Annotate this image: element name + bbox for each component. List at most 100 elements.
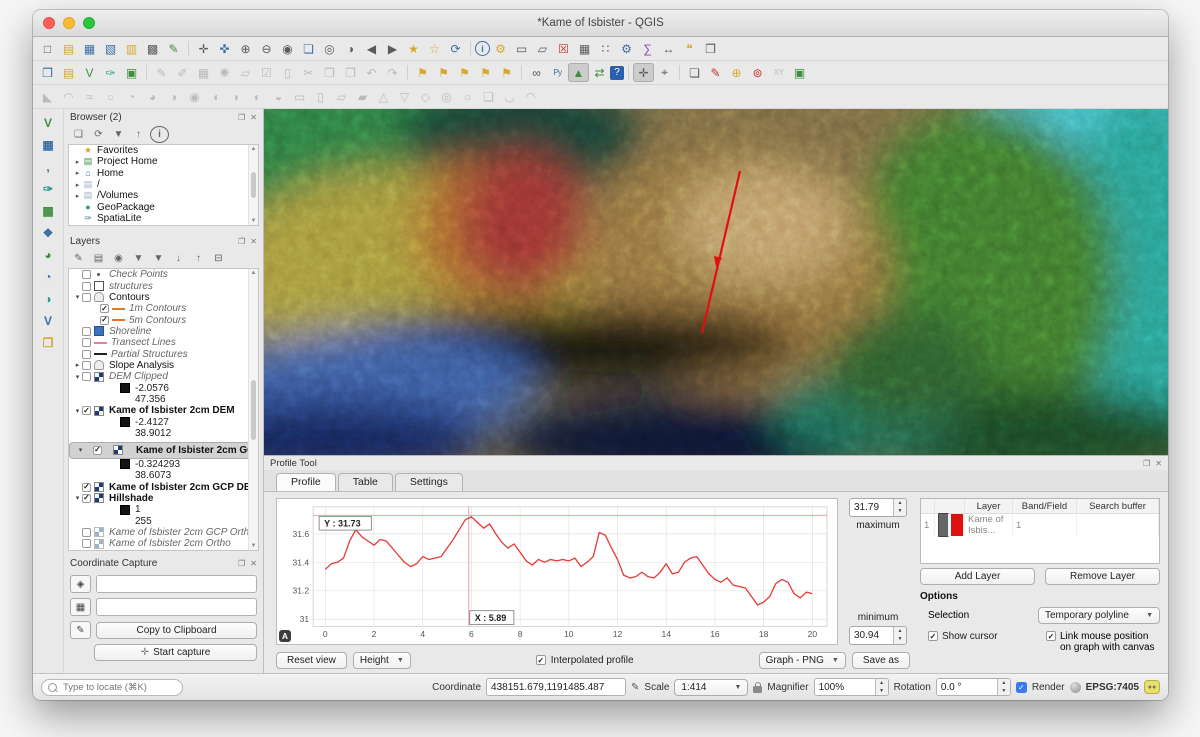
maximum-spinbox[interactable]: 31.79 ▲▼	[849, 498, 907, 517]
text-label-toggle-button[interactable]: A	[279, 630, 291, 642]
selection-mode-select[interactable]: Temporary polyline▼	[1038, 607, 1160, 624]
expander-icon[interactable]: ▸	[73, 181, 82, 189]
new-bookmark-icon[interactable]: ★	[403, 39, 424, 58]
layer-checkbox[interactable]	[82, 293, 91, 302]
regular-polygon-2points-icon[interactable]: △	[373, 87, 394, 106]
layer-checkbox[interactable]	[82, 539, 91, 548]
layer-label[interactable]: Slope Analysis	[109, 360, 174, 371]
reshape-features-icon[interactable]: ◡	[499, 87, 520, 106]
profile-chart[interactable]: 024681012141618203131.231.431.6Y : 31.73…	[276, 498, 838, 645]
rectangle-3points-proj-icon[interactable]: ▰	[352, 87, 373, 106]
locator-search[interactable]	[41, 679, 183, 696]
layer-row[interactable]: 38.9012	[69, 428, 258, 439]
expander-icon[interactable]: ▸	[73, 158, 82, 166]
browser-item-label[interactable]: Favorites	[97, 145, 138, 156]
browser-item-label[interactable]: Home	[97, 168, 124, 179]
run-feature-action-icon[interactable]: ⚙	[490, 39, 511, 58]
layer-row[interactable]: ▾ DEM Clipped	[69, 371, 258, 382]
render-checkbox[interactable]: ✓	[1016, 682, 1027, 693]
add-vector-layer-icon[interactable]: V	[36, 113, 60, 133]
stepper-icon[interactable]: ▲▼	[997, 679, 1010, 695]
magnifier-spinbox[interactable]: ▲▼	[814, 678, 889, 696]
layer-enabled-checkbox[interactable]	[938, 513, 949, 537]
browser-item-project-home[interactable]: ▸ ▤ Project Home	[69, 156, 258, 167]
cut-features-icon[interactable]: ✂	[298, 63, 319, 82]
layer-checkbox[interactable]: ✓	[100, 316, 109, 325]
table-row[interactable]: 1 Kame of Isbis... 1	[921, 514, 1159, 528]
add-wfs-layer-icon[interactable]: ◑	[36, 289, 60, 309]
layer-row[interactable]: 255	[69, 515, 258, 526]
browser-add-layer-icon[interactable]: ❏	[70, 127, 87, 142]
layer-row[interactable]: ▾ ✓ Kame of Isbister 2cm DEM	[69, 405, 258, 416]
circle-center-icon[interactable]: ◉	[184, 87, 205, 106]
layer-labeling-icon[interactable]: ⚑	[412, 63, 433, 82]
layer-row[interactable]: -2.0576	[69, 382, 258, 393]
zoom-window-button[interactable]	[83, 17, 95, 29]
layer-checkbox[interactable]: ✓	[100, 304, 109, 313]
add-ring-icon[interactable]: ○	[457, 87, 478, 106]
manage-themes-icon[interactable]: ◉	[110, 251, 127, 266]
tab-settings[interactable]: Settings	[395, 473, 463, 491]
export-format-select[interactable]: Graph - PNG▼	[759, 652, 846, 669]
layer-label[interactable]: Transect Lines	[111, 337, 176, 348]
extents-pen-icon[interactable]: ✎	[631, 682, 639, 693]
layer-reload-icon[interactable]: ⇄	[589, 63, 610, 82]
crs-globe-icon[interactable]	[1070, 682, 1081, 693]
layer-row[interactable]: 38.6073	[69, 470, 258, 481]
toolbar-separator[interactable]	[146, 65, 147, 80]
regular-polygon-corner-icon[interactable]: ◇	[415, 87, 436, 106]
layer-label[interactable]: structures	[109, 281, 153, 292]
layer-label[interactable]: Check Points	[109, 269, 168, 280]
layer-label[interactable]: Kame of Isbister 2cm GCP DEM	[136, 445, 259, 456]
layer-checkbox[interactable]	[82, 372, 91, 381]
style-manager-icon[interactable]: ✎	[163, 39, 184, 58]
open-attribute-table-icon[interactable]: ▦	[574, 39, 595, 58]
layer-row[interactable]: Check Points	[69, 269, 258, 280]
help-contents-icon[interactable]: ?	[610, 66, 624, 80]
filter-expression-icon[interactable]: ▼	[150, 251, 167, 266]
remove-layer-button[interactable]: Remove Layer	[1045, 568, 1160, 585]
zoom-area-icon[interactable]: ⊕	[726, 63, 747, 82]
add-group-icon[interactable]: ▤	[90, 251, 107, 266]
close-panel-icon[interactable]: ✕	[250, 559, 257, 568]
copy-canvas-icon[interactable]: ❏	[684, 63, 705, 82]
refresh-map-icon[interactable]: ⟳	[445, 39, 466, 58]
browser-filter-icon[interactable]: ▼	[110, 127, 127, 142]
new-map-view-icon[interactable]: ❐	[700, 39, 721, 58]
add-raster-layer-icon[interactable]: ▦	[36, 135, 60, 155]
layer-row[interactable]: Kame of Isbister 2cm Ortho	[69, 538, 258, 549]
layer-checkbox[interactable]	[82, 528, 91, 537]
layer-label[interactable]: DEM Clipped	[109, 371, 168, 382]
browser-collapse-icon[interactable]: ↑	[130, 127, 147, 142]
add-spatialite-layer-icon[interactable]: ✑	[36, 179, 60, 199]
expander-icon[interactable]: ▾	[73, 293, 82, 301]
add-mesh-layer-icon[interactable]: ❖	[36, 223, 60, 243]
crs-selector-icon[interactable]: ◈	[70, 575, 91, 593]
add-part-icon[interactable]: ❏	[478, 87, 499, 106]
stepper-icon[interactable]: ▲▼	[875, 679, 888, 695]
interpolated-profile-checkbox[interactable]: ✓	[536, 655, 546, 665]
filter-legend-icon[interactable]: ▼	[130, 251, 147, 266]
redo-icon[interactable]: ↷	[382, 63, 403, 82]
add-wms-layer-icon[interactable]: ◕	[36, 245, 60, 265]
undo-icon[interactable]: ↶	[361, 63, 382, 82]
save-project-as-icon[interactable]: ▧	[100, 39, 121, 58]
cluster-points-icon[interactable]: ⊚	[747, 63, 768, 82]
float-panel-icon[interactable]: ❐	[238, 237, 245, 246]
toolbar-separator[interactable]	[407, 65, 408, 80]
profile-layers-table[interactable]: LayerBand/FieldSearch buffer 1 Kame of I…	[920, 498, 1160, 564]
copy-to-clipboard-button[interactable]: Copy to Clipboard	[96, 622, 257, 639]
remove-layer-icon[interactable]: ⊟	[210, 251, 227, 266]
layer-label[interactable]: Kame of Isbister 2cm Ortho	[109, 538, 231, 549]
vertex-tool-icon[interactable]: ▱	[235, 63, 256, 82]
circle-2tangents-icon[interactable]: ◕	[142, 87, 163, 106]
expander-icon[interactable]: ▾	[76, 446, 85, 454]
new-print-layout-icon[interactable]: ▥	[121, 39, 142, 58]
processing-toolbox-icon[interactable]: ⚙	[616, 39, 637, 58]
toolbar-separator[interactable]	[628, 65, 629, 80]
map-tips-icon[interactable]: ❝	[679, 39, 700, 58]
browser-item-volumes[interactable]: ▸ ▤ /Volumes	[69, 190, 258, 201]
browser-scrollbar[interactable]: ▲▼	[248, 145, 258, 225]
zoom-out-icon[interactable]: ⊖	[256, 39, 277, 58]
browser-item-label[interactable]: /Volumes	[97, 190, 138, 201]
